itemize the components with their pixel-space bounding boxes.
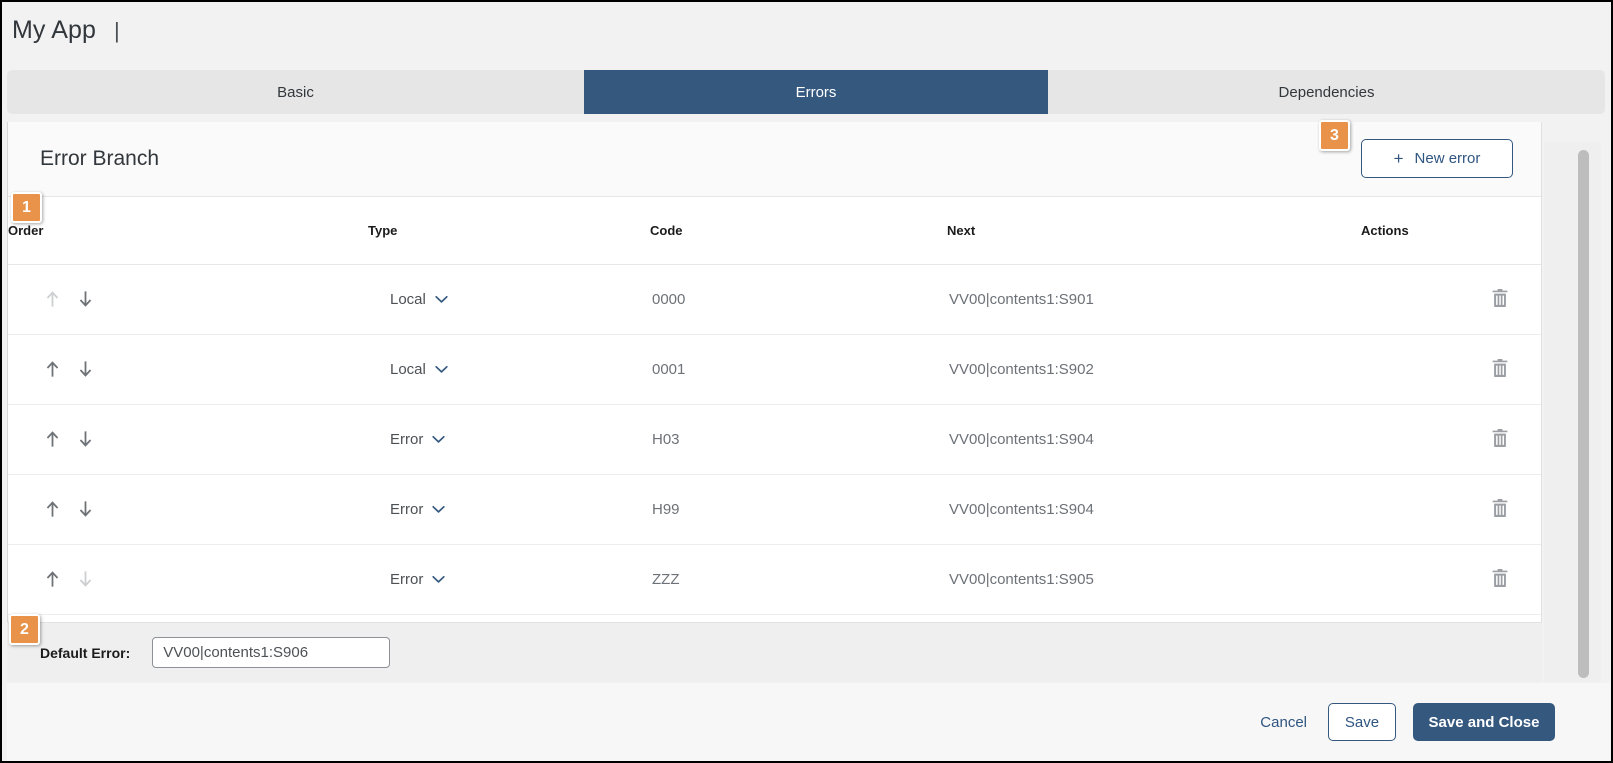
type-dropdown[interactable]: Error xyxy=(390,501,445,518)
type-value: Error xyxy=(390,430,424,448)
new-error-label: New error xyxy=(1414,150,1481,167)
cell-code: H03 xyxy=(650,404,947,475)
cell-code: 0000 xyxy=(650,264,947,335)
dialog-footer: Cancel Save Save and Close xyxy=(7,683,1610,761)
cell-type: Error xyxy=(368,474,650,545)
cell-next: VV00|contents1:S901 xyxy=(947,264,1361,335)
save-button[interactable]: Save xyxy=(1328,703,1396,741)
chevron-down-icon xyxy=(435,361,448,378)
delete-row-button[interactable] xyxy=(1489,356,1511,380)
table-body: Local 0000 VV00|contents1:S901 Local 0001 VV0… xyxy=(8,264,1541,615)
cell-actions xyxy=(1361,544,1541,615)
type-value: Error xyxy=(390,570,424,588)
type-dropdown[interactable]: Error xyxy=(390,571,445,588)
vertical-scrollbar-thumb[interactable] xyxy=(1578,150,1589,678)
table-header-row: Order Type Code Next Actions xyxy=(8,197,1541,265)
delete-row-button[interactable] xyxy=(1489,566,1511,590)
errors-panel: Error Branch + New error Order Type Code… xyxy=(7,122,1542,682)
delete-row-button[interactable] xyxy=(1489,496,1511,520)
type-dropdown[interactable]: Error xyxy=(390,431,445,448)
cell-order xyxy=(8,404,368,475)
chevron-down-icon xyxy=(432,431,445,448)
cell-order xyxy=(8,334,368,405)
cell-actions xyxy=(1361,474,1541,545)
type-dropdown[interactable]: Local xyxy=(390,291,448,308)
title-separator: | xyxy=(113,17,120,43)
cell-order xyxy=(8,544,368,615)
arrow-down-icon[interactable] xyxy=(76,428,95,450)
arrow-down-icon[interactable] xyxy=(76,498,95,520)
column-header-next: Next xyxy=(947,197,1361,265)
panel-header: Error Branch + New error xyxy=(8,122,1541,197)
cell-type: Local xyxy=(368,264,650,335)
column-header-type: Type xyxy=(368,197,650,265)
callout-badge-3: 3 xyxy=(1319,120,1350,151)
app-window: My App | Basic Errors Dependencies Error… xyxy=(0,0,1613,763)
cell-actions xyxy=(1361,264,1541,335)
type-dropdown[interactable]: Local xyxy=(390,361,448,378)
chevron-down-icon xyxy=(435,291,448,308)
table-row: Error H03 VV00|contents1:S904 xyxy=(8,404,1541,475)
page-title: My App xyxy=(12,16,96,44)
cell-code: H99 xyxy=(650,474,947,545)
column-header-actions: Actions xyxy=(1361,197,1541,265)
callout-badge-2: 2 xyxy=(9,614,40,645)
cell-order xyxy=(8,474,368,545)
table-row: Error ZZZ VV00|contents1:S905 xyxy=(8,544,1541,615)
default-error-input[interactable] xyxy=(152,637,391,668)
arrow-down-icon[interactable] xyxy=(76,358,95,380)
cell-next: VV00|contents1:S904 xyxy=(947,474,1361,545)
plus-icon: + xyxy=(1393,149,1404,168)
column-header-code: Code xyxy=(650,197,947,265)
cell-code: ZZZ xyxy=(650,544,947,615)
arrow-up-icon xyxy=(43,288,62,310)
table-header: Order Type Code Next Actions xyxy=(8,197,1541,265)
arrow-up-icon[interactable] xyxy=(43,358,62,380)
arrow-up-icon[interactable] xyxy=(43,498,62,520)
chevron-down-icon xyxy=(432,501,445,518)
cell-actions xyxy=(1361,404,1541,475)
cell-type: Error xyxy=(368,404,650,475)
cell-type: Error xyxy=(368,544,650,615)
default-error-bar: Default Error: xyxy=(7,622,1542,682)
title-bar: My App | xyxy=(2,2,1611,59)
tab-errors[interactable]: Errors xyxy=(584,70,1048,114)
delete-row-button[interactable] xyxy=(1489,426,1511,450)
panel-title: Error Branch xyxy=(40,147,160,170)
arrow-up-icon[interactable] xyxy=(43,568,62,590)
tab-errors-label: Errors xyxy=(795,83,837,101)
cell-type: Local xyxy=(368,334,650,405)
delete-row-button[interactable] xyxy=(1489,286,1511,310)
tab-basic[interactable]: Basic xyxy=(7,70,584,114)
cell-code: 0001 xyxy=(650,334,947,405)
save-and-close-button[interactable]: Save and Close xyxy=(1413,703,1555,741)
arrow-up-icon[interactable] xyxy=(43,428,62,450)
tab-dependencies-label: Dependencies xyxy=(1278,83,1375,101)
type-value: Local xyxy=(390,290,426,308)
arrow-down-icon xyxy=(76,568,95,590)
type-value: Local xyxy=(390,360,426,378)
tab-dependencies[interactable]: Dependencies xyxy=(1048,70,1605,114)
default-error-label: Default Error: xyxy=(40,644,131,661)
callout-badge-1: 1 xyxy=(11,192,42,223)
cell-order xyxy=(8,264,368,335)
chevron-down-icon xyxy=(432,571,445,588)
tab-strip: Basic Errors Dependencies xyxy=(7,70,1605,114)
table-row: Local 0000 VV00|contents1:S901 xyxy=(8,264,1541,335)
new-error-button[interactable]: + New error xyxy=(1361,139,1513,178)
arrow-down-icon[interactable] xyxy=(76,288,95,310)
column-header-order: Order xyxy=(8,197,368,265)
cell-actions xyxy=(1361,334,1541,405)
cell-next: VV00|contents1:S905 xyxy=(947,544,1361,615)
cancel-button[interactable]: Cancel xyxy=(1256,708,1311,737)
cell-next: VV00|contents1:S904 xyxy=(947,404,1361,475)
errors-table: Order Type Code Next Actions Local 0000 VV… xyxy=(8,197,1541,615)
vertical-scrollbar-track[interactable] xyxy=(1544,142,1601,682)
cell-next: VV00|contents1:S902 xyxy=(947,334,1361,405)
type-value: Error xyxy=(390,500,424,518)
table-row: Local 0001 VV00|contents1:S902 xyxy=(8,334,1541,405)
tab-basic-label: Basic xyxy=(277,83,314,101)
table-row: Error H99 VV00|contents1:S904 xyxy=(8,474,1541,545)
